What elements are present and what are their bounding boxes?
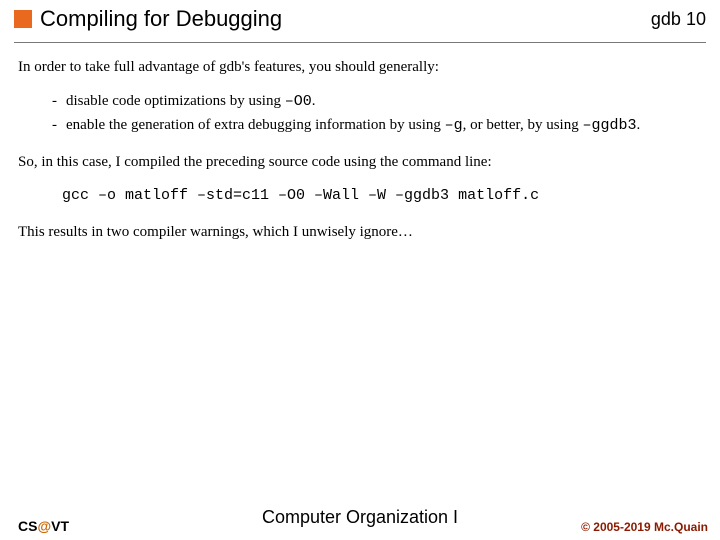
header-rule	[14, 42, 706, 43]
header-right: gdb 10	[651, 9, 706, 30]
bullet-list: disable code optimizations by using –O0.…	[52, 91, 702, 136]
slide-header: Compiling for Debugging gdb 10	[14, 6, 706, 32]
bullet-text: enable the generation of extra debugging…	[66, 117, 445, 133]
footer-left: CS@VT	[18, 518, 69, 534]
inline-code: –g	[445, 117, 463, 134]
command-block: gcc –o matloff –std=c11 –O0 –Wall –W –gg…	[62, 186, 702, 206]
inline-code: –O0	[285, 93, 312, 110]
list-item: enable the generation of extra debugging…	[52, 115, 702, 136]
slide: Compiling for Debugging gdb 10 In order …	[0, 0, 720, 540]
bullet-text: .	[312, 93, 316, 109]
slide-footer: CS@VT Computer Organization I © 2005-201…	[0, 518, 720, 534]
footer-org-b: VT	[51, 518, 69, 534]
page-number: 10	[686, 9, 706, 29]
inline-code: –ggdb3	[582, 117, 636, 134]
footer-at: @	[37, 518, 51, 534]
slide-body: In order to take full advantage of gdb's…	[14, 57, 706, 243]
slide-title: Compiling for Debugging	[40, 6, 282, 32]
bullet-text: disable code optimizations by using	[66, 93, 285, 109]
footer-org-a: CS	[18, 518, 37, 534]
footer-center: Computer Organization I	[262, 507, 458, 528]
body-line: So, in this case, I compiled the precedi…	[18, 152, 702, 172]
footer-copyright: © 2005-2019 Mc.Quain	[581, 520, 708, 534]
intro-line: In order to take full advantage of gdb's…	[18, 57, 702, 77]
bullet-text: , or better, by using	[463, 117, 583, 133]
accent-square-icon	[14, 10, 32, 28]
topic-label: gdb	[651, 9, 681, 29]
bullet-text: .	[636, 117, 640, 133]
title-block: Compiling for Debugging	[14, 6, 651, 32]
body-line: This results in two compiler warnings, w…	[18, 222, 702, 242]
list-item: disable code optimizations by using –O0.	[52, 91, 702, 112]
